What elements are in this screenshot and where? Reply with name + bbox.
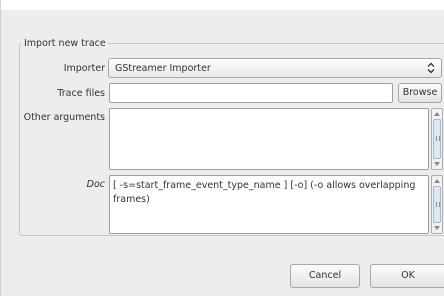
- scrollbar-thumb[interactable]: [433, 119, 441, 159]
- other-arguments-textarea[interactable]: [109, 108, 429, 170]
- grip-icon: [436, 136, 440, 141]
- doc-label: Doc: [86, 179, 105, 190]
- cancel-button[interactable]: Cancel: [290, 264, 360, 288]
- browse-button[interactable]: Browse: [398, 83, 442, 103]
- other-arguments-label: Other arguments: [23, 112, 105, 123]
- other-arguments-scrollbar[interactable]: [431, 108, 443, 170]
- arrow-down-icon[interactable]: [434, 225, 440, 231]
- arrow-up-icon[interactable]: [434, 178, 440, 184]
- arrow-down-icon[interactable]: [434, 161, 440, 167]
- importer-dropdown[interactable]: GStreamer Importer: [108, 58, 442, 78]
- doc-scrollbar[interactable]: [431, 175, 443, 234]
- doc-textarea[interactable]: [ -s=start_frame_event_type_name ] [-o] …: [109, 175, 429, 234]
- importer-selected-value: GStreamer Importer: [115, 63, 211, 74]
- grip-icon: [436, 202, 440, 207]
- group-title: Import new trace: [24, 38, 106, 49]
- trace-files-input[interactable]: [109, 83, 393, 103]
- importer-label: Importer: [63, 63, 105, 74]
- ok-button[interactable]: OK: [370, 264, 444, 288]
- trace-files-label: Trace files: [57, 88, 105, 99]
- import-trace-dialog: Import new trace Importer GStreamer Impo…: [0, 0, 444, 296]
- arrow-up-icon[interactable]: [434, 111, 440, 117]
- title-strip: [1, 0, 444, 10]
- chevron-updown-icon: [427, 62, 435, 74]
- scrollbar-thumb[interactable]: [433, 186, 441, 223]
